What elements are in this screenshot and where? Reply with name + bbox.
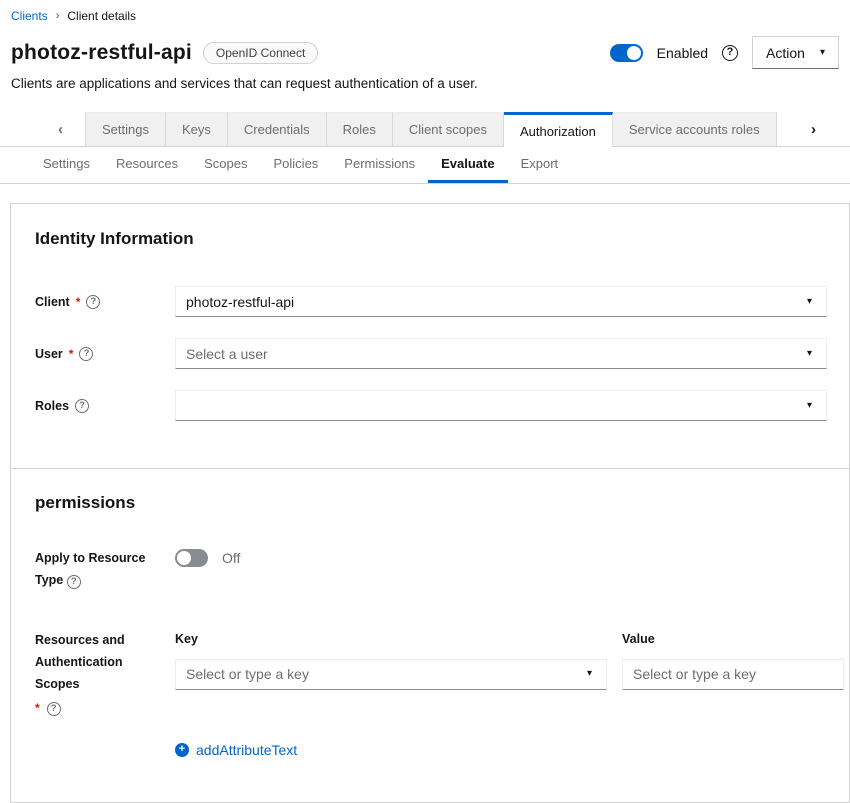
breadcrumb-clients-link[interactable]: Clients	[11, 9, 48, 23]
roles-field-label: Roles ?	[35, 399, 175, 413]
page-title: photoz-restful-api	[11, 41, 192, 65]
apply-to-resource-type-label: Apply to Resource Type ?	[35, 548, 175, 592]
toggle-knob	[627, 46, 641, 60]
subtab-evaluate[interactable]: Evaluate	[428, 147, 507, 183]
tab-roles[interactable]: Roles	[327, 112, 393, 146]
tab-service-accounts-roles[interactable]: Service accounts roles	[613, 112, 777, 146]
page-header: photoz-restful-api OpenID Connect Enable…	[11, 36, 839, 69]
breadcrumb-separator-icon: ›	[56, 10, 60, 22]
enabled-toggle[interactable]	[610, 44, 643, 62]
client-select-value: photoz-restful-api	[186, 294, 294, 310]
user-select[interactable]: Select a user ▾	[175, 338, 827, 369]
apply-to-resource-type-toggle[interactable]	[175, 549, 208, 567]
tab-keys[interactable]: Keys	[166, 112, 228, 146]
identity-information-title: Identity Information	[35, 229, 827, 249]
key-select-placeholder: Select or type a key	[186, 666, 309, 682]
breadcrumb-current: Client details	[67, 9, 136, 23]
roles-field-row: Roles ? ▾	[35, 390, 827, 421]
title-wrap: photoz-restful-api OpenID Connect	[11, 41, 318, 65]
authorization-subtabs: Settings Resources Scopes Policies Permi…	[0, 147, 850, 184]
user-select-placeholder: Select a user	[186, 346, 268, 362]
required-asterisk: *	[69, 347, 74, 361]
resources-scopes-label: Resources and Authentication Scopes * ?	[35, 630, 175, 720]
apply-help-icon[interactable]: ?	[67, 575, 81, 589]
identity-information-section: Identity Information Client * ? photoz-r…	[11, 204, 849, 468]
add-attribute-button[interactable]: addAttributeText	[196, 742, 297, 758]
key-value-columns: Key Select or type a key ▾ Value	[175, 630, 844, 690]
tab-settings[interactable]: Settings	[85, 112, 166, 146]
tab-scroll-right-icon[interactable]: ›	[777, 112, 850, 146]
breadcrumb: Clients › Client details	[0, 0, 850, 23]
value-input[interactable]	[633, 666, 833, 682]
toggle-knob	[177, 551, 191, 565]
resources-scopes-row: Resources and Authentication Scopes * ? …	[35, 630, 827, 720]
permissions-section: permissions Apply to Resource Type ? Off…	[11, 469, 849, 788]
apply-to-resource-type-row: Apply to Resource Type ? Off	[35, 548, 827, 592]
client-field-row: Client * ? photoz-restful-api ▾	[35, 286, 827, 317]
user-help-icon[interactable]: ?	[79, 347, 93, 361]
caret-down-icon: ▾	[807, 297, 816, 307]
main-tabbar: ‹ Settings Keys Credentials Roles Client…	[0, 112, 850, 147]
action-dropdown-label: Action	[766, 45, 805, 61]
tab-credentials[interactable]: Credentials	[228, 112, 327, 146]
key-column: Key Select or type a key ▾	[175, 630, 607, 690]
client-help-icon[interactable]: ?	[86, 295, 100, 309]
add-attribute-row: + addAttributeText	[35, 742, 827, 758]
apply-toggle-control: Off	[175, 549, 240, 567]
value-column: Value	[622, 630, 844, 690]
caret-down-icon: ▾	[587, 669, 596, 679]
subtab-permissions[interactable]: Permissions	[331, 147, 428, 183]
header-controls: Enabled ? Action ▾	[610, 36, 839, 69]
tab-authorization[interactable]: Authorization	[504, 112, 613, 147]
required-help-line: * ?	[35, 698, 163, 719]
subtab-scopes[interactable]: Scopes	[191, 147, 260, 183]
user-field-row: User * ? Select a user ▾	[35, 338, 827, 369]
enabled-label: Enabled	[657, 45, 708, 61]
key-column-header: Key	[175, 632, 607, 646]
caret-down-icon: ▾	[807, 349, 816, 359]
toggle-state-label: Off	[222, 550, 240, 566]
caret-down-icon: ▾	[807, 401, 816, 411]
key-select[interactable]: Select or type a key ▾	[175, 659, 607, 690]
action-dropdown[interactable]: Action ▾	[752, 36, 839, 69]
protocol-badge: OpenID Connect	[203, 42, 318, 64]
page-description: Clients are applications and services th…	[11, 76, 839, 91]
subtab-export[interactable]: Export	[508, 147, 572, 183]
client-field-label: Client * ?	[35, 295, 175, 309]
user-field-label: User * ?	[35, 347, 175, 361]
roles-select[interactable]: ▾	[175, 390, 827, 421]
resources-help-icon[interactable]: ?	[47, 702, 61, 716]
help-icon[interactable]: ?	[722, 45, 738, 61]
caret-down-icon: ▾	[820, 48, 825, 58]
subtab-policies[interactable]: Policies	[261, 147, 332, 183]
tab-client-scopes[interactable]: Client scopes	[393, 112, 504, 146]
tab-scroll-left-icon[interactable]: ‹	[0, 112, 85, 146]
permissions-title: permissions	[35, 493, 827, 513]
roles-help-icon[interactable]: ?	[75, 399, 89, 413]
required-asterisk: *	[76, 295, 81, 309]
subtab-settings[interactable]: Settings	[30, 147, 103, 183]
evaluate-card: Identity Information Client * ? photoz-r…	[10, 203, 850, 803]
value-input-wrap	[622, 659, 844, 690]
subtab-resources[interactable]: Resources	[103, 147, 191, 183]
client-select[interactable]: photoz-restful-api ▾	[175, 286, 827, 317]
identity-form: Client * ? photoz-restful-api ▾ User * ?…	[35, 286, 827, 421]
required-asterisk: *	[35, 698, 40, 719]
value-column-header: Value	[622, 632, 844, 646]
plus-circle-icon: +	[175, 743, 189, 757]
